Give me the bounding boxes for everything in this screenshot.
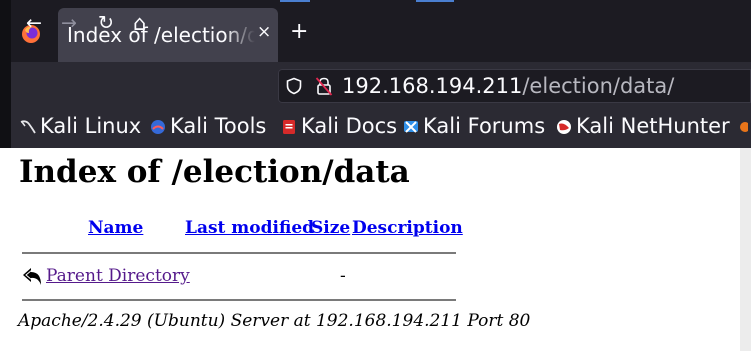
home-icon[interactable]: ⌂: [133, 12, 146, 34]
tab-accent-line: [280, 0, 310, 2]
bookmark-label: Kali Linux: [40, 114, 142, 138]
bookmark-label: Kali Forums: [423, 114, 546, 138]
kali-tools-icon: [151, 120, 165, 134]
column-size-link[interactable]: Size: [311, 218, 350, 238]
bookmark-label: Kali NetHunter: [576, 114, 730, 138]
insecure-lock-icon[interactable]: [315, 76, 333, 96]
shield-icon[interactable]: [285, 77, 303, 95]
divider: [22, 299, 456, 301]
forward-icon[interactable]: →: [61, 12, 77, 34]
url-host: 192.168.194.211: [342, 74, 523, 98]
url-text[interactable]: 192.168.194.211/election/data/: [342, 71, 674, 101]
kali-nethunter-icon: [557, 120, 571, 134]
back-icon[interactable]: ←: [26, 12, 42, 34]
server-signature: Apache/2.4.29 (Ubuntu) Server at 192.168…: [18, 311, 531, 331]
kali-docs-icon: [283, 120, 295, 134]
bookmark-label: Kali Tools: [170, 114, 267, 138]
back-arrow-icon: [23, 268, 41, 285]
page-title: Index of /election/data: [19, 154, 410, 190]
tab-title: Index of /election/data/: [67, 23, 255, 47]
row-size: -: [340, 266, 346, 286]
bookmark-overflow-icon[interactable]: [738, 120, 748, 134]
column-name-link[interactable]: Name: [88, 218, 143, 238]
url-path: /election/data/: [522, 74, 675, 98]
window-edge: [0, 0, 11, 148]
tab-active[interactable]: Index of /election/data/ ×: [58, 8, 278, 62]
tab-accent-line: [416, 0, 454, 2]
divider: [22, 252, 456, 254]
close-icon[interactable]: ×: [257, 22, 271, 42]
scrollbar[interactable]: [740, 148, 751, 351]
page-content: Index of /election/data Name Last modifi…: [11, 148, 740, 351]
parent-directory-link[interactable]: Parent Directory: [46, 266, 190, 286]
bookmark-label: Kali Docs: [301, 114, 398, 138]
column-description-link[interactable]: Description: [352, 218, 463, 238]
column-last-modified-link[interactable]: Last modified: [185, 218, 314, 238]
new-tab-button[interactable]: +: [290, 20, 308, 44]
reload-icon[interactable]: ↻: [98, 12, 114, 34]
kali-dragon-icon: [20, 120, 36, 134]
kali-forums-icon: [404, 121, 418, 133]
